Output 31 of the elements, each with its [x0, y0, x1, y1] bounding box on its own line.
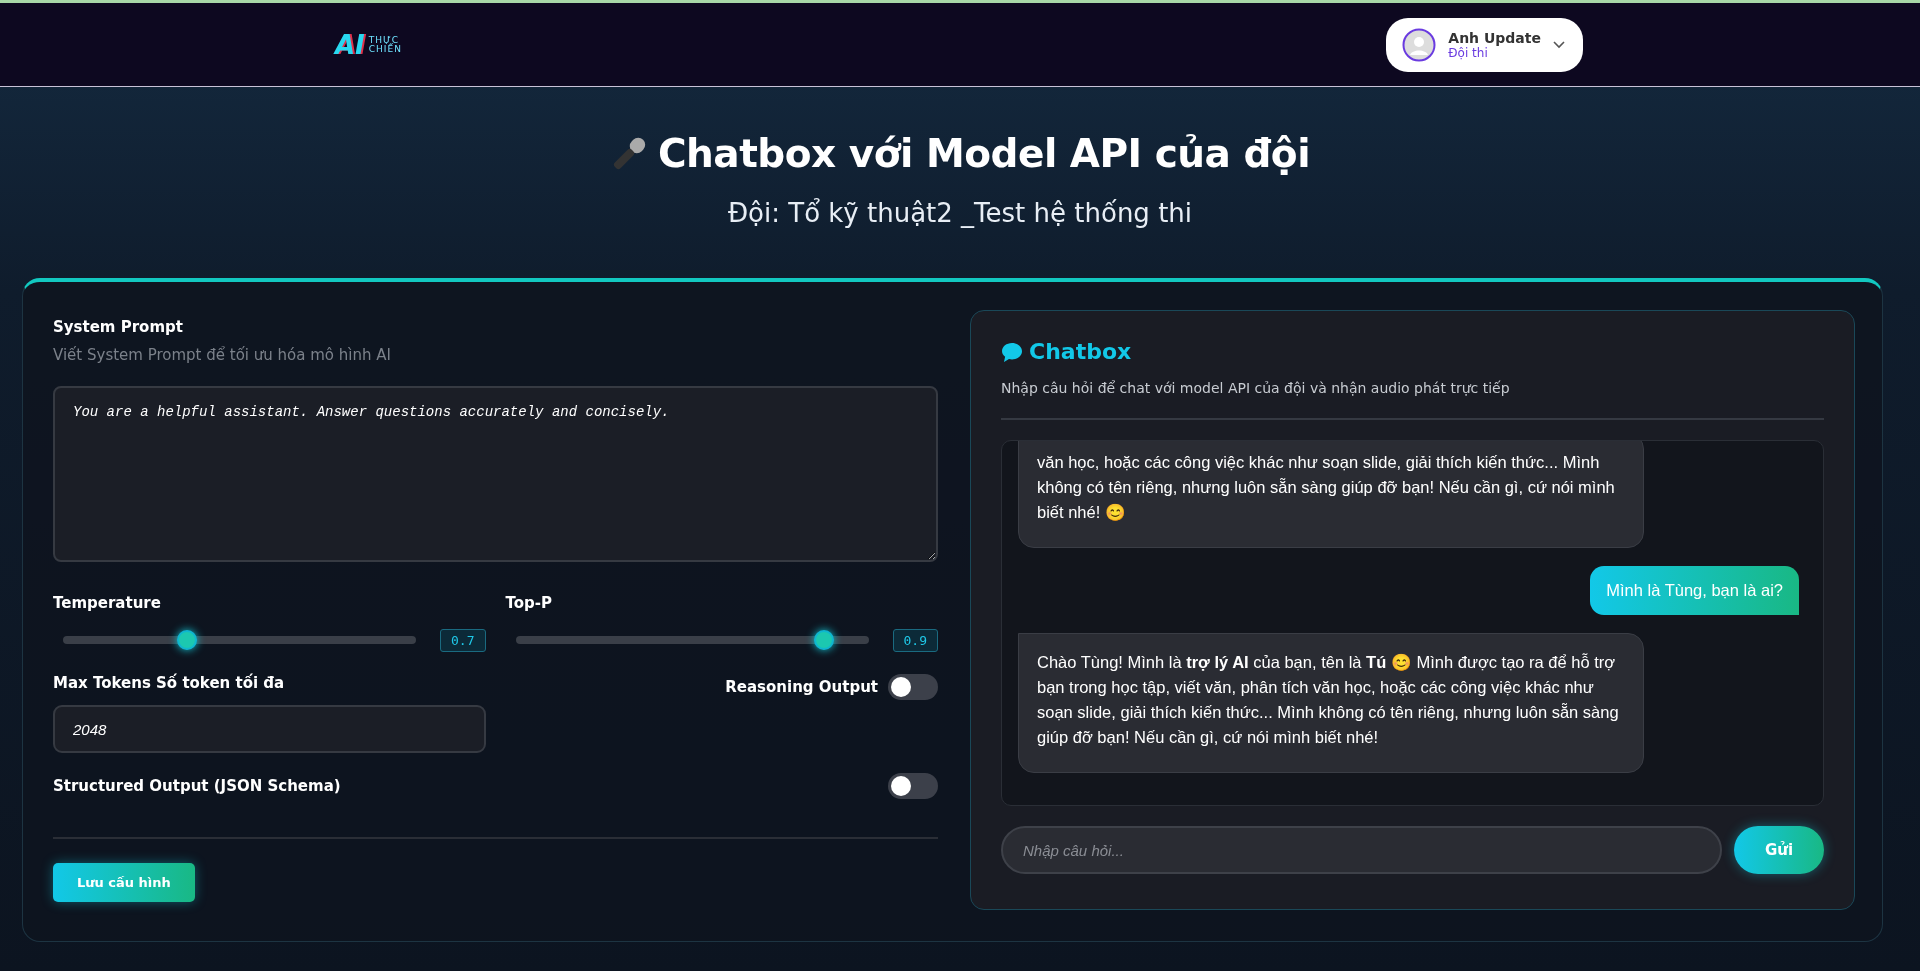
- max-tokens-field[interactable]: 2048: [53, 705, 486, 753]
- slider-label: Temperature: [53, 594, 162, 612]
- slider-track[interactable]: [63, 628, 416, 652]
- chat-title: Chatbox: [1029, 339, 1132, 364]
- speech-bubble-icon: [1001, 340, 1023, 363]
- slider-thumb[interactable]: [814, 630, 835, 650]
- field-label: Max Tokens Số token tối đa: [53, 674, 286, 692]
- slider-track[interactable]: [515, 628, 869, 652]
- user-message: Mình là Tùng, bạn là ai?: [1590, 566, 1799, 615]
- toggle-label: Structured Output (JSON Schema): [53, 777, 341, 795]
- system-prompt-field[interactable]: You are a helpful assistant. Answer questions accurately and concisely.: [53, 386, 938, 562]
- toggle-label: Reasoning Output: [725, 678, 878, 696]
- chat-description: Nhập câu hỏi để chat với model API của đội và nhận audio phát trực tiếp: [1001, 380, 1824, 420]
- team-subtitle: Đội: Tổ kỹ thuật2 _Test hệ thống thi: [727, 198, 1193, 228]
- field-hint: Viết System Prompt để tối ưu hóa mô hình AI: [53, 346, 392, 364]
- question-field[interactable]: Nhập câu hỏi...: [1001, 826, 1722, 874]
- page-title: Chatbox với Model API của đội: [657, 131, 1311, 176]
- toggle-switch[interactable]: [888, 773, 938, 799]
- user-menu-button[interactable]: Anh Update Đội thi: [1386, 17, 1583, 72]
- avatar-icon: [1402, 27, 1437, 62]
- user-name: Anh Update: [1448, 29, 1541, 46]
- field-label: System Prompt: [53, 318, 184, 336]
- assistant-message: văn học, hoặc các công việc khác như soạn slide, giải thích kiến thức... Mình không có tên riêng, nhưng luôn sẵn sàng giúp đỡ bạn! Nếu cần gì, cứ nói mình biết nhé! 😊: [1018, 441, 1644, 548]
- assistant-message: Chào Tùng! Mình là trợ lý AI của bạn, tên là Tú 😊 Mình được tạo ra để hỗ trợ bạn trong học tập, viết văn, phân tích văn học, hoặc các công việc khác như soạn slide, giải thích kiến thức... Mình không có tên riêng, nhưng luôn sẵn sàng giúp đỡ bạn! Nếu cần gì, cứ nói mình biết nhé!: [1018, 633, 1644, 773]
- slider-value: 0.7: [440, 628, 486, 652]
- chevron-down-icon: [1553, 40, 1565, 49]
- user-role: Đội thi: [1448, 45, 1488, 60]
- slider-label: Top-P: [505, 594, 553, 612]
- slider-thumb[interactable]: [176, 630, 197, 650]
- slider-value: 0.9: [892, 628, 938, 652]
- toggle-switch[interactable]: [888, 674, 938, 700]
